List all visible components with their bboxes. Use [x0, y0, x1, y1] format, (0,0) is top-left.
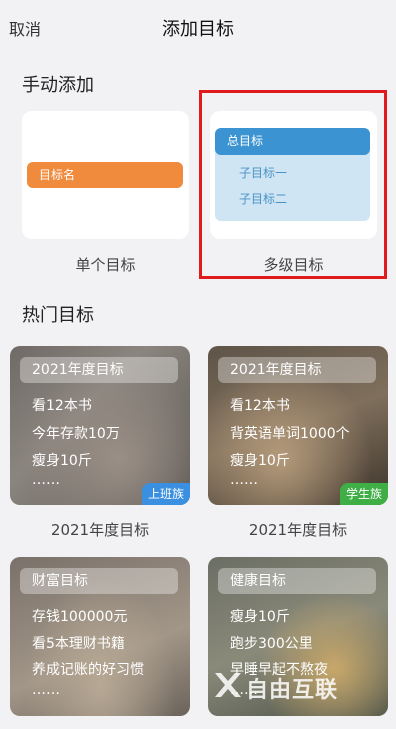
hot-goal-line: 看12本书 — [32, 398, 92, 414]
hot-goal-line: 瘦身10斤 — [32, 453, 92, 469]
hot-goal-line: 跑步300公里 — [230, 636, 313, 652]
page-title: 添加目标 — [162, 19, 234, 40]
hot-goal-line: 看12本书 — [230, 398, 290, 414]
hot-goal-tag: 2021年度目标 — [218, 357, 376, 383]
section-title-hot: 热门目标 — [22, 305, 94, 326]
hot-goal-tag: 健康目标 — [218, 568, 376, 594]
badge-office-worker: 上班族 — [141, 483, 190, 505]
watermark-x-icon — [215, 673, 241, 697]
single-goal-preview-bar: 目标名 — [27, 162, 183, 188]
badge-student: 学生族 — [339, 483, 388, 505]
hot-goal-tag: 财富目标 — [20, 568, 178, 594]
single-goal-card[interactable]: 目标名 — [22, 111, 189, 239]
section-title-manual: 手动添加 — [22, 75, 94, 96]
hot-goal-card-annual-office[interactable]: 2021年度目标 看12本书 今年存款10万 瘦身10斤 …… 上班族 — [10, 346, 190, 505]
hot-goal-line: …… — [32, 472, 60, 488]
hot-goal-line: 养成记账的好习惯 — [32, 662, 144, 678]
hot-goal-caption: 2021年度目标 — [248, 521, 348, 539]
hot-goal-line: …… — [230, 472, 258, 488]
hot-goal-line: 存钱100000元 — [32, 609, 128, 625]
hot-goal-line: 瘦身10斤 — [230, 609, 290, 625]
hot-goal-line: 看5本理财书籍 — [32, 636, 125, 652]
hot-goal-card-annual-student[interactable]: 2021年度目标 看12本书 背英语单词1000个 瘦身10斤 …… 学生族 — [208, 346, 388, 505]
nav-bar: 取消 添加目标 — [0, 0, 396, 56]
hot-goal-line: 瘦身10斤 — [230, 453, 290, 469]
watermark-text: 自由互联 — [246, 678, 339, 703]
hot-goal-line: 今年存款10万 — [32, 426, 120, 442]
hot-goal-caption: 2021年度目标 — [50, 521, 150, 539]
hot-goal-line: 背英语单词1000个 — [230, 426, 350, 442]
hot-goal-tag: 2021年度目标 — [20, 357, 178, 383]
hot-goal-line: …… — [32, 682, 60, 698]
single-goal-caption: 单个目标 — [75, 256, 136, 274]
hot-goal-card-wealth[interactable]: 财富目标 存钱100000元 看5本理财书籍 养成记账的好习惯 …… — [10, 557, 190, 716]
highlight-box — [199, 90, 387, 279]
